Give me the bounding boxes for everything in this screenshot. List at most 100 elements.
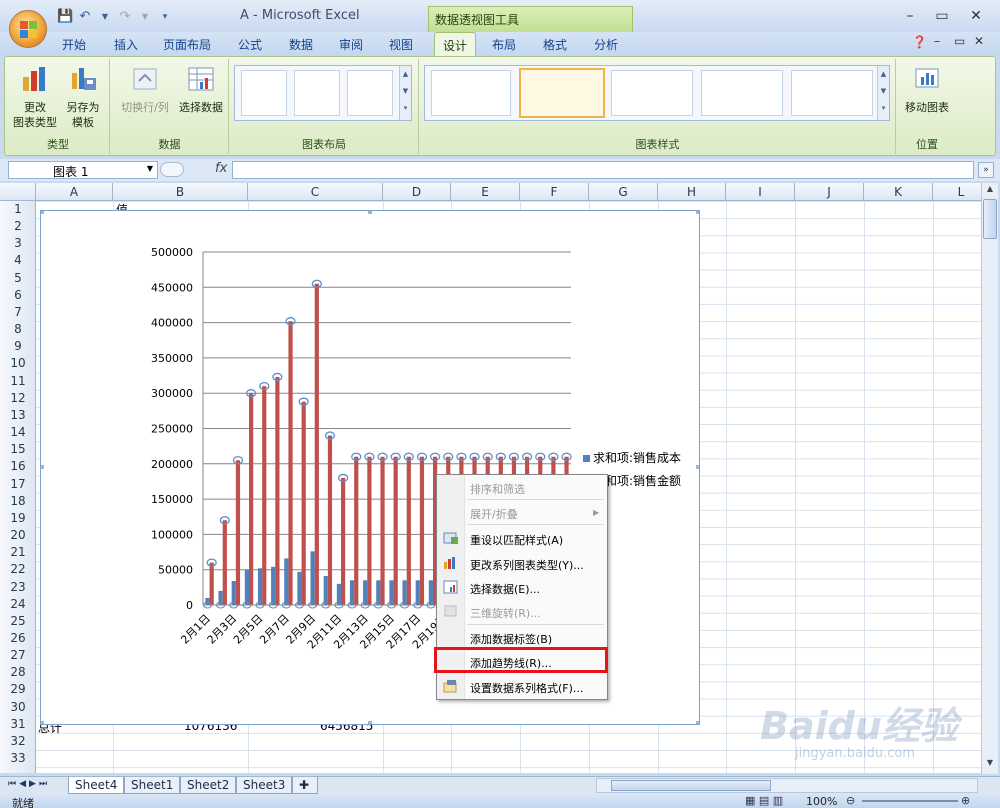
row-header-5[interactable]: 5 [0, 271, 36, 285]
sheet-nav-icons[interactable]: ⏮◀▶⏭ [8, 779, 50, 789]
bar-cost[interactable] [363, 580, 368, 605]
insert-function-button[interactable]: fx [160, 161, 230, 179]
bar-sales[interactable] [288, 321, 293, 605]
help-icon[interactable]: ❓ [912, 35, 927, 49]
column-header-a[interactable]: A [36, 183, 113, 201]
scroll-down-icon[interactable]: ▼ [983, 758, 997, 772]
redo-icon[interactable]: ↷ [117, 9, 133, 25]
bar-sales[interactable] [341, 477, 346, 605]
row-header-12[interactable]: 12 [0, 391, 36, 405]
customize-qat-icon[interactable]: ▾ [157, 9, 173, 25]
bar-cost[interactable] [415, 580, 420, 605]
row-header-25[interactable]: 25 [0, 614, 36, 628]
menu-reset-style[interactable]: 重设以匹配样式(A) [470, 532, 563, 548]
tab-home[interactable]: 开始 [62, 36, 86, 53]
bar-sales[interactable] [249, 393, 254, 605]
column-header-g[interactable]: G [589, 183, 658, 201]
row-header-11[interactable]: 11 [0, 374, 36, 388]
bar-sales[interactable] [235, 460, 241, 605]
tab-format[interactable]: 格式 [543, 36, 567, 53]
bar-sales[interactable] [393, 456, 398, 605]
row-header-2[interactable]: 2 [0, 219, 36, 233]
bar-sales[interactable] [262, 386, 267, 605]
minimize-icon[interactable]: – [900, 8, 920, 24]
zoom-out-icon[interactable]: ⊖ [846, 794, 855, 807]
bar-sales[interactable] [367, 456, 372, 605]
row-header-31[interactable]: 31 [0, 717, 36, 731]
column-header-b[interactable]: B [113, 183, 248, 201]
tab-review[interactable]: 审阅 [339, 36, 363, 53]
style-thumb-blue[interactable] [611, 70, 693, 116]
row-header-33[interactable]: 33 [0, 751, 36, 765]
tab-view[interactable]: 视图 [389, 36, 413, 53]
column-header-h[interactable]: H [658, 183, 726, 201]
save-icon[interactable]: 💾 [57, 9, 73, 25]
bar-cost[interactable] [231, 580, 236, 605]
formula-cancel-icon[interactable] [160, 162, 184, 177]
bar-sales[interactable] [327, 435, 333, 605]
bar-cost[interactable] [402, 580, 407, 605]
change-chart-type-button[interactable]: 更改 图表类型 [13, 65, 57, 130]
expand-formula-bar-icon[interactable]: » [978, 162, 994, 178]
layout-thumb-1[interactable] [241, 70, 287, 116]
row-header-18[interactable]: 18 [0, 494, 36, 508]
column-header-j[interactable]: J [795, 183, 864, 201]
style-thumb-gray[interactable] [431, 70, 511, 116]
view-buttons-icon[interactable]: ▦ ▤ ▥ [745, 794, 783, 807]
bar-cost[interactable] [271, 566, 276, 605]
tab-data[interactable]: 数据 [289, 36, 313, 53]
tab-insert[interactable]: 插入 [114, 36, 138, 53]
bar-sales[interactable] [354, 456, 359, 605]
row-header-24[interactable]: 24 [0, 597, 36, 611]
menu-add-data-labels[interactable]: 添加数据标签(B) [470, 631, 552, 647]
maximize-icon[interactable]: ▭ [932, 8, 952, 24]
bar-cost[interactable] [428, 580, 433, 605]
row-header-1[interactable]: 1 [0, 202, 36, 216]
row-header-29[interactable]: 29 [0, 682, 36, 696]
bar-cost[interactable] [218, 590, 223, 605]
sheet-tab-sheet2[interactable]: Sheet2 [180, 777, 237, 794]
bar-sales[interactable] [301, 401, 306, 605]
chart-styles-scroll[interactable]: ▲ ▼ ▾ [877, 66, 889, 120]
column-header-d[interactable]: D [383, 183, 451, 201]
office-button[interactable] [9, 10, 47, 48]
menu-select-data[interactable]: 选择数据(E)... [470, 581, 540, 597]
row-header-7[interactable]: 7 [0, 305, 36, 319]
zoom-slider[interactable] [862, 800, 958, 802]
ribbon-minimize-icon[interactable]: – [934, 34, 940, 48]
scroll-thumb[interactable] [983, 199, 997, 239]
name-box-dropdown-icon[interactable]: ▼ [147, 164, 153, 173]
layout-thumb-2[interactable] [294, 70, 340, 116]
bar-sales[interactable] [314, 283, 319, 605]
tab-formulas[interactable]: 公式 [238, 36, 262, 53]
vertical-scrollbar[interactable]: ▲ ▼ [981, 183, 998, 774]
undo-icon[interactable]: ↶ [77, 9, 93, 25]
bar-cost[interactable] [297, 571, 302, 605]
zoom-in-icon[interactable]: ⊕ [961, 794, 970, 807]
row-header-27[interactable]: 27 [0, 648, 36, 662]
bar-sales[interactable] [419, 456, 425, 605]
bar-sales[interactable] [380, 456, 385, 605]
bar-cost[interactable] [310, 551, 315, 605]
row-header-15[interactable]: 15 [0, 442, 36, 456]
style-thumb-red[interactable] [701, 70, 783, 116]
horizontal-scrollbar[interactable] [596, 778, 978, 793]
menu-change-series-chart-type[interactable]: 更改系列图表类型(Y)... [470, 557, 584, 573]
save-as-template-button[interactable]: 另存为 模板 [61, 65, 105, 130]
bar-cost[interactable] [323, 576, 328, 605]
name-box[interactable]: 图表 1 ▼ [8, 161, 158, 179]
tab-design[interactable]: 设计 [434, 32, 477, 56]
row-header-16[interactable]: 16 [0, 459, 36, 473]
move-chart-button[interactable]: 移动图表 [899, 65, 955, 115]
sheet-tab-sheet3[interactable]: Sheet3 [236, 777, 293, 794]
row-header-4[interactable]: 4 [0, 253, 36, 267]
column-header-c[interactable]: C [248, 183, 383, 201]
row-header-32[interactable]: 32 [0, 734, 36, 748]
column-header-e[interactable]: E [451, 183, 520, 201]
bar-sales[interactable] [275, 376, 280, 605]
chart-layouts-scroll[interactable]: ▲ ▼ ▾ [399, 66, 411, 120]
undo-dropdown-icon[interactable]: ▼ [97, 9, 113, 25]
bar-cost[interactable] [284, 558, 289, 605]
row-header-22[interactable]: 22 [0, 562, 36, 576]
row-header-26[interactable]: 26 [0, 631, 36, 645]
